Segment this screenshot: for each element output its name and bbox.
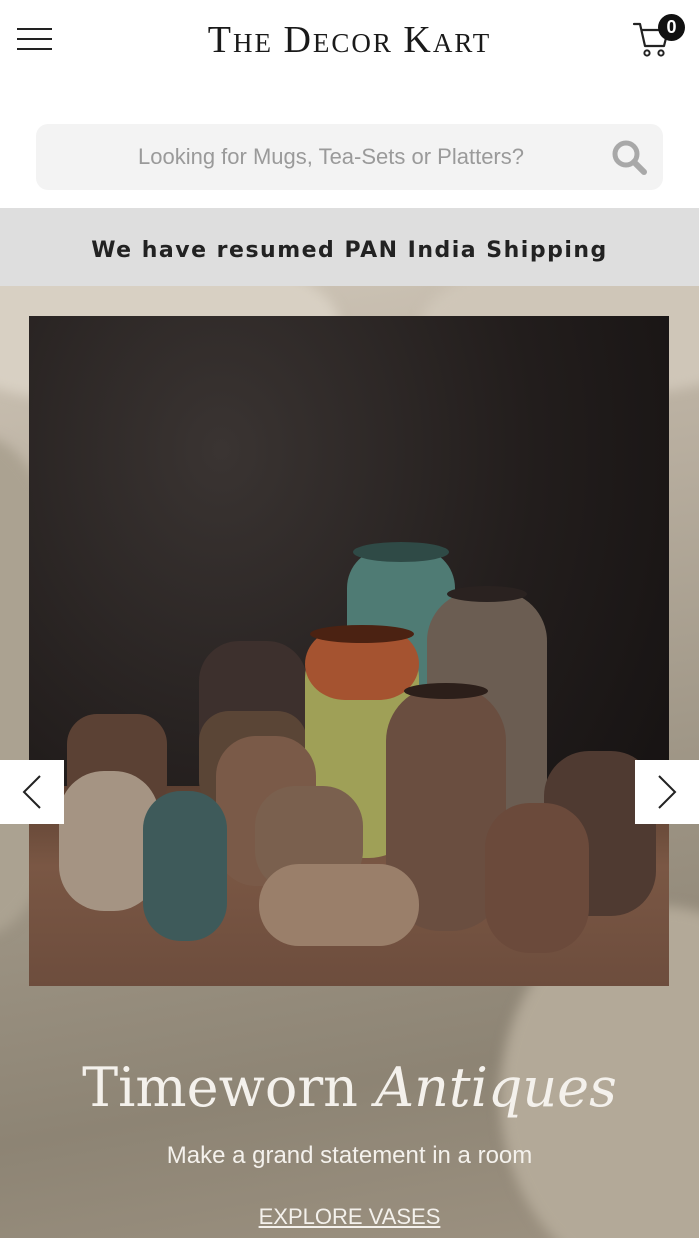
carousel-prev-button[interactable] <box>0 760 64 824</box>
site-logo[interactable]: THE DECOR KART <box>0 18 699 62</box>
hero-subtitle: Make a grand statement in a room <box>166 1142 533 1169</box>
hero-carousel: Timeworn Antiques Make a grand statement… <box>0 286 699 1238</box>
chevron-right-icon <box>658 775 677 809</box>
hero-title-italic: Antiques <box>375 1056 617 1119</box>
search-input[interactable] <box>36 124 596 190</box>
logo-letters: HE <box>232 28 273 58</box>
logo-letters: ECOR <box>312 28 393 58</box>
explore-vases-link[interactable]: EXPLORE VASES <box>0 1204 699 1230</box>
hero-title-main: Timeworn <box>82 1056 358 1119</box>
carousel-next-button[interactable] <box>635 760 699 824</box>
cart-button[interactable]: 0 <box>632 14 685 60</box>
announcement-bar: We have resumed PAN India Shipping <box>0 208 699 286</box>
chevron-left-icon <box>22 775 41 809</box>
logo-letter: K <box>403 19 433 61</box>
hero-title: Timeworn Antiques <box>0 1056 699 1119</box>
logo-letters: ART <box>432 28 492 58</box>
cart-count-badge: 0 <box>658 14 685 41</box>
site-header: THE DECOR KART 0 <box>0 0 699 80</box>
vases-illustration <box>59 542 656 953</box>
search-icon[interactable] <box>610 138 650 178</box>
logo-letter: T <box>207 19 233 61</box>
hero-image-vases <box>29 316 669 986</box>
search-bar <box>36 124 663 190</box>
logo-letter: D <box>283 19 313 61</box>
